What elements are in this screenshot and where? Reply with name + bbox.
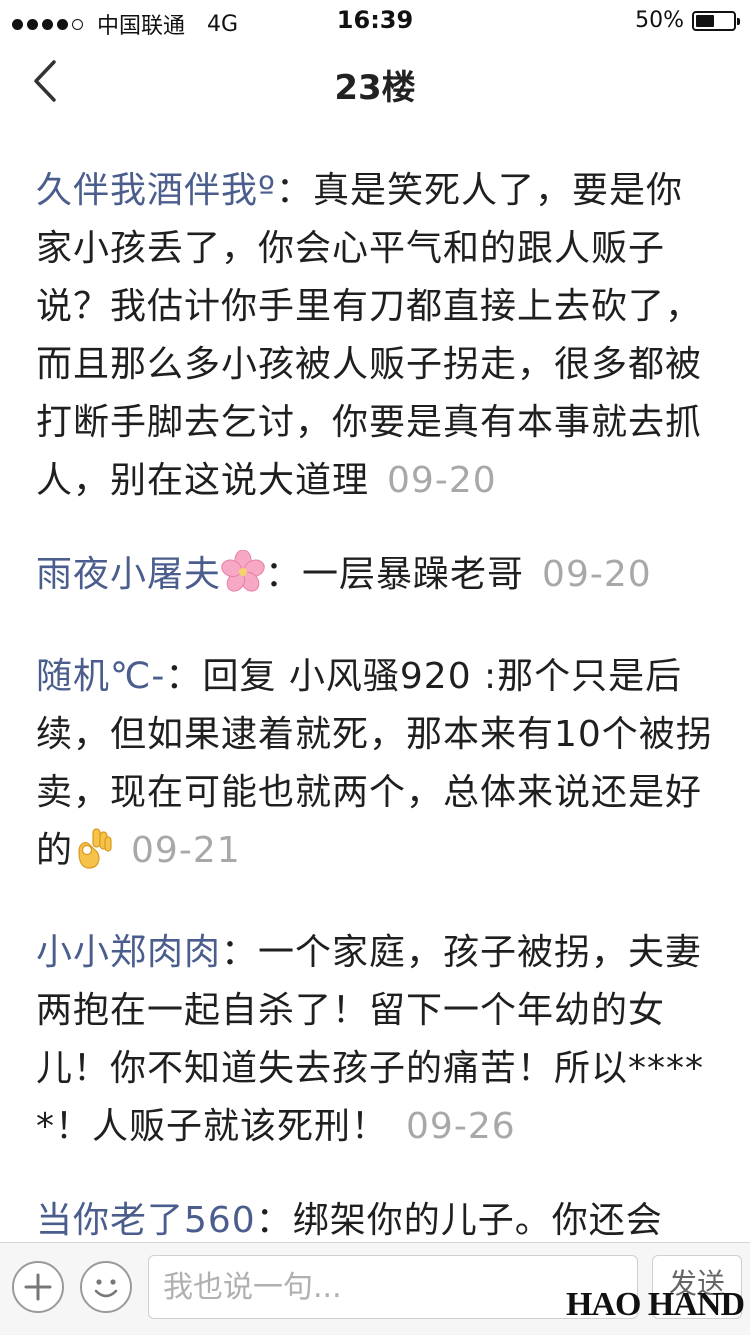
- smiley-icon: [94, 1279, 118, 1298]
- comment-list: 久伴我酒伴我º：真是笑死人了，要是你家小孩丢了，你会心平气和的跟人贩子说？我估计…: [36, 162, 716, 1286]
- status-bar: 中国联通 4G 16:39 50%: [0, 0, 750, 42]
- comment-separator: ：: [165, 656, 203, 697]
- ok-hand-icon: [73, 826, 113, 888]
- comment-username[interactable]: 随机℃-: [36, 656, 165, 697]
- comment-date: 09-20: [542, 554, 652, 595]
- battery-percent: 50%: [635, 8, 684, 33]
- comment-item: 随机℃-：回复 小风骚920 :那个只是后续，但如果逮着就死，那本来有10个被拐…: [36, 648, 716, 888]
- comment-username[interactable]: 雨夜小屠夫: [36, 554, 221, 595]
- watermark-logo: HAO HAND: [565, 1286, 745, 1323]
- comment-date: 09-20: [387, 460, 497, 501]
- nav-bar: 23楼: [0, 42, 750, 130]
- comment-username[interactable]: 小小郑肉肉: [36, 932, 221, 973]
- cherry-blossom-icon: [221, 549, 265, 612]
- comment-input[interactable]: 我也说一句...: [148, 1255, 638, 1319]
- comment-text: 一层暴躁老哥: [302, 554, 525, 595]
- add-attachment-button[interactable]: [12, 1261, 64, 1313]
- comment-date: 09-21: [131, 830, 241, 871]
- comment-text: 真是笑死人了，要是你家小孩丢了，你会心平气和的跟人贩子说？我估计你手里有刀都直接…: [36, 170, 703, 501]
- emoji-button[interactable]: [80, 1261, 132, 1313]
- comment-username[interactable]: 久伴我酒伴我º: [36, 170, 276, 211]
- comment-item: 小小郑肉肉：一个家庭，孩子被拐，夫妻两抱在一起自杀了！留下一个年幼的女儿！你不知…: [36, 924, 716, 1156]
- comment-separator: ：: [275, 170, 313, 211]
- battery-icon: [692, 10, 740, 31]
- comment-separator: ：: [255, 1200, 293, 1241]
- plus-icon: [24, 1273, 52, 1301]
- page-title: 23楼: [334, 68, 416, 108]
- comment-item: 久伴我酒伴我º：真是笑死人了，要是你家小孩丢了，你会心平气和的跟人贩子说？我估计…: [36, 162, 716, 510]
- comment-username[interactable]: 当你老了560: [36, 1200, 256, 1241]
- comment-separator: ：: [265, 554, 303, 595]
- comment-item: 雨夜小屠夫 ：一层暴躁老哥 09-20: [36, 546, 716, 612]
- comment-separator: ：: [221, 932, 259, 973]
- comment-date: 09-26: [406, 1106, 516, 1147]
- comment-text: 绑架你的儿子。你还会: [292, 1200, 663, 1241]
